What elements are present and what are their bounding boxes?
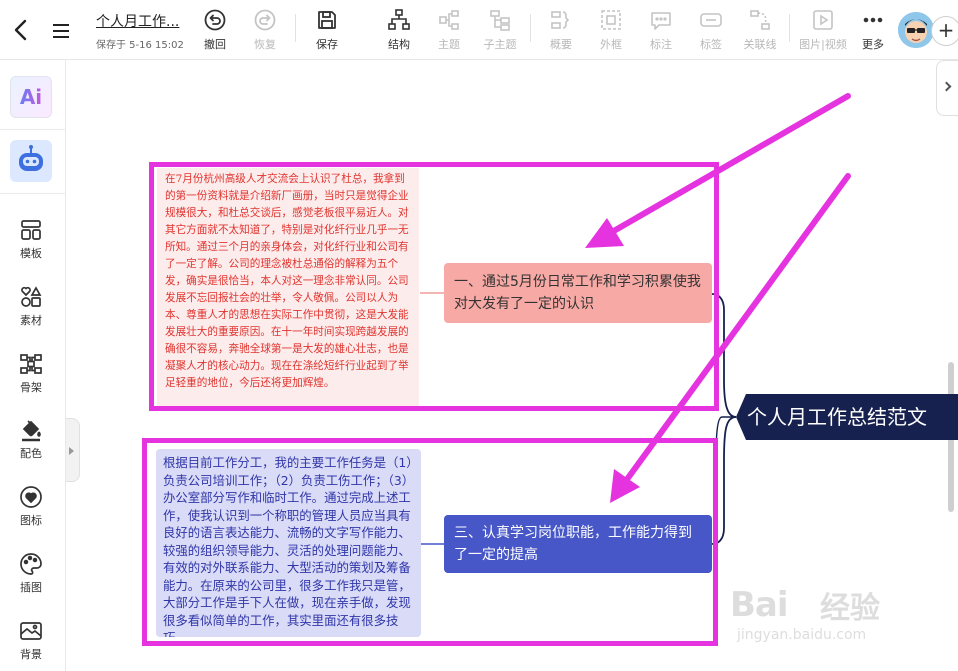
annotation-arrows (585, 93, 851, 503)
arrow-head-icon (585, 218, 624, 248)
arrow-head-icon (610, 469, 640, 503)
mindmap-editor: 个人月工作... 保存于 5-16 15:02 撤回 恢复 保存 结构 主题 子… (0, 0, 958, 671)
watermark-brand: 经验 (820, 591, 880, 626)
annotation-arrow-1 (609, 93, 851, 235)
annotation-arrow-2 (625, 173, 851, 481)
watermark-url: jingyan.baidu.com (737, 627, 867, 643)
baidu-watermark: Bai 经验 jingyan.baidu.com (730, 583, 880, 653)
watermark-logo: Bai (730, 585, 789, 625)
